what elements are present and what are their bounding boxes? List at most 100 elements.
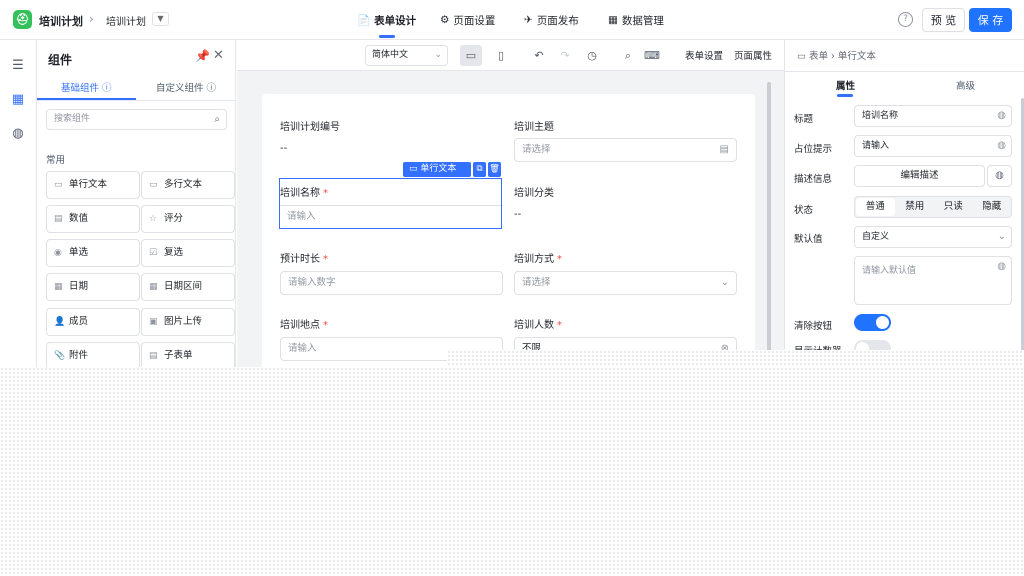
checkbox-icon: ☑ (149, 248, 158, 258)
edit-description-button[interactable]: 编辑描述 (854, 165, 985, 187)
image-icon: ▣ (149, 317, 158, 327)
components-grid-icon[interactable]: ▦ (10, 92, 26, 108)
canvas-scrollbar[interactable] (767, 82, 771, 512)
crumb-form[interactable]: 表单 (809, 51, 828, 62)
component-label: 单行文本 (69, 179, 108, 190)
pin-icon[interactable]: 📌 (195, 49, 210, 63)
tab-custom-components[interactable]: 自定义组件 ⓘ (156, 80, 216, 94)
globe-icon[interactable]: ◍ (997, 261, 1006, 272)
description-label: 描述信息 (794, 174, 833, 185)
status-hidden[interactable]: 隐藏 (973, 197, 1012, 217)
globe-icon[interactable]: ◍ (10, 126, 26, 142)
clear-button-label: 清除按钮 (794, 321, 833, 332)
field-label-method: 培训方式 * (514, 250, 562, 265)
search-icon[interactable]: ⌕ (617, 45, 639, 66)
app-logo-icon: ⛑ (13, 10, 32, 29)
placeholder: 请输入默认值 (862, 266, 917, 276)
paper-plane-icon: ✈ (524, 14, 533, 26)
placeholder-input[interactable]: 请输入 ◍ (854, 135, 1012, 157)
component-image-upload[interactable]: ▣ 图片上传 (141, 308, 235, 336)
component-subform[interactable]: ▤ 子表单 (141, 342, 235, 370)
redo-icon[interactable]: ↷ (554, 45, 576, 66)
placeholder: 请输入数字 (288, 277, 336, 288)
clear-icon[interactable]: ⊗ (721, 338, 729, 360)
text-field-icon: ▭ (54, 180, 63, 190)
globe-icon[interactable]: ◍ (997, 136, 1006, 156)
tab-data-management[interactable]: ▦ 数据管理 (608, 0, 664, 40)
tab-page-publish[interactable]: ✈ 页面发布 (524, 0, 579, 40)
help-icon: ⓘ (102, 83, 112, 94)
keyboard-icon[interactable]: ⌨ (641, 45, 663, 66)
help-icon[interactable]: ? (898, 12, 913, 27)
default-value-textarea[interactable]: 请输入默认值 ◍ (854, 256, 1012, 305)
tab-label: 数据管理 (621, 14, 664, 27)
chevron-right-icon: › (831, 51, 838, 62)
label-text: 培训地点 (280, 320, 320, 331)
toggle-knob (856, 342, 869, 355)
title-input[interactable]: 培训名称 ◍ (854, 105, 1012, 127)
component-date-range[interactable]: ▦ 日期区间 (141, 273, 235, 301)
outline-icon[interactable]: ☰ (10, 58, 26, 74)
component-radio[interactable]: ◉ 单选 (46, 239, 140, 267)
status-readonly[interactable]: 只读 (934, 197, 973, 217)
copy-icon[interactable]: ⧉ (473, 162, 486, 177)
component-label: 成员 (69, 316, 89, 327)
input-value: 请输入 (862, 141, 890, 151)
counter-toggle[interactable] (854, 340, 891, 357)
component-number[interactable]: ▤ 数值 (46, 205, 140, 233)
tab-label: 基础组件 (61, 83, 100, 94)
preview-button[interactable]: 预 览 (922, 8, 965, 32)
app-name: 培训计划 (39, 15, 83, 28)
save-button[interactable]: 保 存 (969, 8, 1012, 32)
component-rating[interactable]: ☆ 评分 (141, 205, 235, 233)
selected-field-tag: ▭ 单行文本 (403, 162, 471, 177)
tab-page-settings[interactable]: ⚙ 页面设置 (440, 0, 495, 40)
history-icon[interactable]: ◷ (581, 45, 603, 66)
close-icon[interactable]: ✕ (213, 48, 224, 63)
tab-form-design[interactable]: 📄 表单设计 (357, 0, 416, 40)
group-title: 常用 (46, 155, 66, 166)
caret-down-icon[interactable]: ▼ (152, 12, 169, 26)
placeholder-label: 占位提示 (794, 144, 833, 155)
help-icon: ⓘ (206, 83, 217, 94)
topic-select[interactable]: 请选择 ▤ (514, 138, 737, 162)
active-tab-indicator (379, 35, 395, 38)
status-normal[interactable]: 普通 (856, 198, 895, 216)
page-properties-link[interactable]: 页面属性 (734, 48, 772, 62)
default-mode-select[interactable]: 自定义 ⌄ (854, 226, 1012, 248)
label-text: 培训人数 (514, 320, 554, 331)
location-input[interactable]: 请输入 (280, 337, 503, 361)
component-attachment[interactable]: 📎 附件 (46, 342, 140, 370)
trash-icon[interactable]: 🗑 (488, 162, 501, 177)
tab-label: 页面发布 (536, 14, 579, 27)
component-checkbox[interactable]: ☑ 复选 (141, 239, 235, 267)
component-member[interactable]: 👤 成员 (46, 308, 140, 336)
tab-properties[interactable]: 属性 (836, 78, 855, 92)
headcount-input[interactable]: 不限 ⊗ (514, 337, 737, 361)
left-rail: ☰ ▦ ◍ (0, 40, 37, 576)
component-single-line-text[interactable]: ▭ 单行文本 (46, 171, 140, 199)
desktop-view-icon[interactable]: ▭ (460, 45, 482, 66)
component-search-input[interactable]: 搜索组件 ⌕ (46, 109, 227, 130)
undo-icon[interactable]: ↶ (528, 45, 550, 66)
selected-type-label: 单行文本 (420, 164, 457, 174)
component-label: 单选 (69, 247, 89, 258)
method-select[interactable]: 请选择 ⌄ (514, 271, 737, 295)
form-settings-link[interactable]: 表单设置 (685, 48, 723, 62)
field-value: 不限 (522, 343, 542, 354)
duration-input[interactable]: 请输入数字 (280, 271, 503, 295)
clear-button-toggle[interactable] (854, 314, 891, 331)
form-canvas: 简体中文 ⌄ ▭ ▯ ↶ ↷ ◷ ⌕ ⌨ 表单设置 页面属性 培训计划编号 --… (237, 40, 784, 576)
breadcrumb-page[interactable]: 培训计划 (106, 13, 146, 28)
language-select[interactable]: 简体中文 ⌄ (365, 45, 448, 66)
component-multi-line-text[interactable]: ▭ 多行文本 (141, 171, 235, 199)
globe-icon[interactable]: ◍ (997, 106, 1006, 126)
mobile-view-icon[interactable]: ▯ (490, 45, 512, 66)
status-label: 状态 (794, 205, 814, 216)
component-date[interactable]: ▦ 日期 (46, 273, 140, 301)
globe-icon[interactable]: ◍ (987, 165, 1012, 187)
tab-advanced[interactable]: 高级 (956, 78, 975, 92)
status-disabled[interactable]: 禁用 (896, 197, 935, 217)
required-mark: * (323, 254, 328, 265)
tab-basic-components[interactable]: 基础组件 ⓘ (61, 80, 112, 94)
